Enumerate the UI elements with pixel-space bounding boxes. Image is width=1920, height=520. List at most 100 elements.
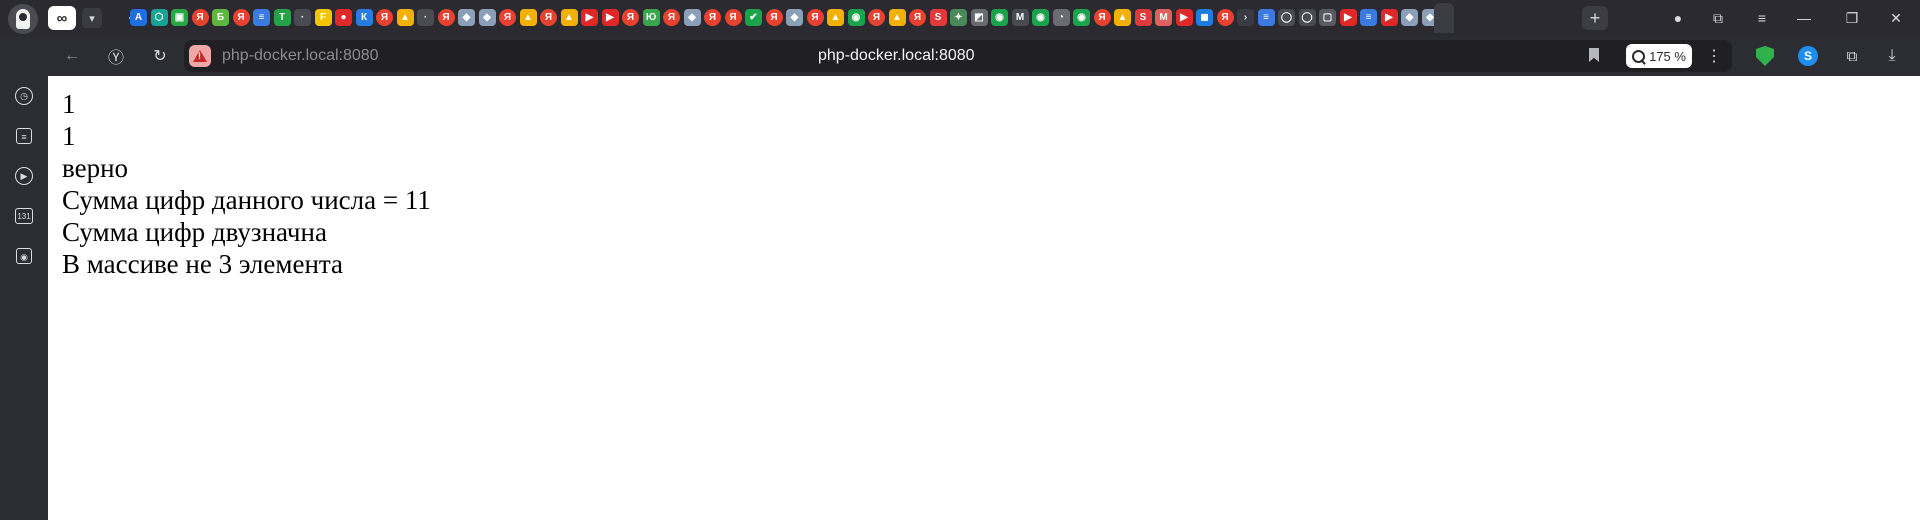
tab-favicon-icon[interactable]: ▲ xyxy=(560,9,578,26)
tab-favicon-icon[interactable]: Я xyxy=(499,9,516,26)
active-tab[interactable] xyxy=(1434,3,1454,33)
tab-favicon-icon[interactable]: Я xyxy=(437,9,455,26)
address-url-domain[interactable]: php-docker.local:8080 xyxy=(222,47,379,65)
extensions-icon[interactable]: ⧉ xyxy=(1840,44,1864,68)
tab-favicon-icon[interactable]: Я xyxy=(724,9,742,26)
tab-favicon-icon[interactable]: Я xyxy=(868,9,885,26)
tab-favicon-icon[interactable]: ◉ xyxy=(1032,9,1049,26)
tab-favicon-icon[interactable]: ▲ xyxy=(827,9,844,26)
tab-favicon-icon[interactable]: Я xyxy=(765,9,783,26)
tab-favicon-icon[interactable]: Я xyxy=(232,9,250,26)
tab-favicon-icon[interactable]: S xyxy=(929,9,947,26)
tab-favicon-icon[interactable]: Я xyxy=(622,9,639,26)
tab-favicon-icon[interactable]: ◉ xyxy=(847,9,865,26)
tab-favicon-icon[interactable]: ▶ xyxy=(581,9,598,26)
tab-favicon-icon[interactable]: A xyxy=(130,9,147,26)
tab-favicon-icon[interactable]: Я xyxy=(704,9,721,26)
minimize-button[interactable]: — xyxy=(1790,6,1818,30)
badge-131-icon[interactable]: 131 xyxy=(12,204,36,228)
zoom-indicator[interactable]: 175 % xyxy=(1626,44,1692,68)
tab-favicon-icon[interactable]: ▲ xyxy=(519,9,537,26)
tab-favicon-icon[interactable]: ◯ xyxy=(1298,9,1316,26)
tab-favicon-icon[interactable]: › xyxy=(1237,9,1254,26)
tab-favicon-icon[interactable]: ◔ xyxy=(1052,9,1070,26)
tab-favicon-icon[interactable]: ▶ xyxy=(1175,9,1193,26)
close-window-button[interactable]: ✕ xyxy=(1882,6,1910,30)
zoom-level: 175 % xyxy=(1649,48,1686,64)
tab-favicon-icon[interactable]: ◩ xyxy=(970,9,988,26)
chevron-down-icon[interactable]: ▾ xyxy=(82,8,102,28)
tab-favicon-icon[interactable]: ▲ xyxy=(1114,9,1131,26)
tab-favicon-icon[interactable]: Я xyxy=(909,9,926,26)
tab-favicon-icon[interactable]: Я xyxy=(806,9,824,26)
back-button[interactable]: ← xyxy=(60,44,84,68)
tab-group-button[interactable]: ∞ xyxy=(48,6,76,30)
tab-favicon-icon[interactable]: ◆ xyxy=(478,9,496,26)
notes-icon[interactable]: ≡ xyxy=(12,124,36,148)
tab-favicon-icon[interactable]: Я xyxy=(663,9,680,26)
tab-favicon-icon[interactable]: Ю xyxy=(642,9,660,26)
tab-favicon-icon[interactable]: ▢ xyxy=(1319,9,1336,26)
output-line: Сумма цифр двузначна xyxy=(62,217,327,247)
reload-button[interactable]: ↻ xyxy=(148,44,172,68)
tab-favicon-icon[interactable]: T xyxy=(273,9,291,26)
avatar-icon xyxy=(16,9,30,29)
tab-favicon-icon[interactable]: Б xyxy=(212,9,229,26)
profile-avatar[interactable] xyxy=(8,4,38,34)
tab-favicon-icon[interactable]: ≡ xyxy=(1360,9,1377,26)
tab-favicon-icon[interactable]: ≡ xyxy=(1257,9,1275,26)
tab-favicon-icon[interactable]: ▲ xyxy=(888,9,906,26)
tab-favicon-icon[interactable]: М xyxy=(1011,9,1029,26)
download-icon[interactable]: ⤓ xyxy=(1880,44,1904,68)
tab-favicon-icon[interactable]: ⬡ xyxy=(150,9,168,26)
tab-favicon-icon[interactable]: F xyxy=(314,9,332,26)
collections-icon[interactable]: ⧉ xyxy=(1704,6,1732,30)
tab-favicon-icon[interactable]: Я xyxy=(1093,9,1111,26)
new-tab-button[interactable]: + xyxy=(1582,6,1608,30)
tab-favicon-icon[interactable]: ▶ xyxy=(1339,9,1357,26)
protect-shield-icon[interactable] xyxy=(1756,46,1774,66)
tab-favicon-icon[interactable]: ● xyxy=(335,9,352,26)
output-line: В массиве не 3 элемента xyxy=(62,249,344,279)
insecure-warning-icon[interactable] xyxy=(189,45,211,67)
tab-favicon-icon[interactable]: ◉ xyxy=(991,9,1008,26)
tab-favicon-icon[interactable]: ◆ xyxy=(458,9,475,26)
tab-favicon-icon[interactable]: ▲ xyxy=(396,9,414,26)
restore-button[interactable]: ❐ xyxy=(1838,6,1866,30)
tab-favicon-icon[interactable]: К xyxy=(355,9,373,26)
tab-favicon-icon[interactable]: ◆ xyxy=(786,9,803,26)
tab-favicon-icon[interactable]: ≡ xyxy=(253,9,270,26)
history-icon[interactable]: ◷ xyxy=(12,84,36,108)
tab-favicon-icon[interactable]: ◼ xyxy=(1196,9,1213,26)
tab-favicon-icon[interactable]: ◆ xyxy=(683,9,701,26)
tab-favicon-icon[interactable]: ✦ xyxy=(950,9,967,26)
output-line: Сумма цифр данного числа = 11 xyxy=(62,185,431,215)
account-icon[interactable]: ● xyxy=(1664,6,1692,30)
tab-favicon-icon[interactable]: Я xyxy=(1216,9,1234,26)
camera-icon[interactable]: ◉ xyxy=(12,244,36,268)
tab-favicon-icon[interactable]: ◯ xyxy=(1278,9,1295,26)
sidebar: ◷ ≡ ▶ 131 ◉ xyxy=(0,76,48,520)
tab-favicon-icon[interactable]: Я xyxy=(191,9,209,26)
zoom-icon xyxy=(1632,49,1646,63)
tab-favicon-icon[interactable]: Я xyxy=(376,9,393,26)
tab-favicon-icon[interactable]: S xyxy=(1134,9,1152,26)
tab-favicon-icon[interactable]: Я xyxy=(540,9,557,26)
shazam-extension-icon[interactable]: S xyxy=(1798,46,1818,66)
tab-favicon-icon[interactable]: ◉ xyxy=(1073,9,1090,26)
tab-favicon-icon[interactable]: ▣ xyxy=(171,9,188,26)
tab-favicon-icon[interactable]: · xyxy=(417,9,434,26)
page-content: 1 1 верно Сумма цифр данного числа = 11 … xyxy=(48,76,1920,520)
tab-favicon-icon[interactable]: ◆ xyxy=(1401,9,1418,26)
tab-favicon-icon[interactable]: ✔ xyxy=(745,9,762,26)
tab-favicon-icon[interactable]: ▶ xyxy=(601,9,619,26)
address-url-title: php-docker.local:8080 xyxy=(818,47,975,64)
menu-icon[interactable]: ≡ xyxy=(1748,6,1776,30)
play-icon[interactable]: ▶ xyxy=(12,164,36,188)
tab-favicon-icon[interactable]: M xyxy=(1155,9,1172,26)
tab-favicon-icon[interactable]: ▶ xyxy=(1380,9,1398,26)
tab-favicon-icon[interactable]: · xyxy=(294,9,311,26)
address-more-icon[interactable]: ⋮ xyxy=(1706,45,1722,67)
yandex-home-icon[interactable]: Ⓨ xyxy=(104,44,128,68)
tab-strip: ∞ ▾ ‹ A⬡▣ЯБЯ≡T·F●КЯ▲·Я◆◆Я▲Я▲▶▶ЯЮЯ◆ЯЯ✔Я◆Я… xyxy=(0,0,1920,36)
